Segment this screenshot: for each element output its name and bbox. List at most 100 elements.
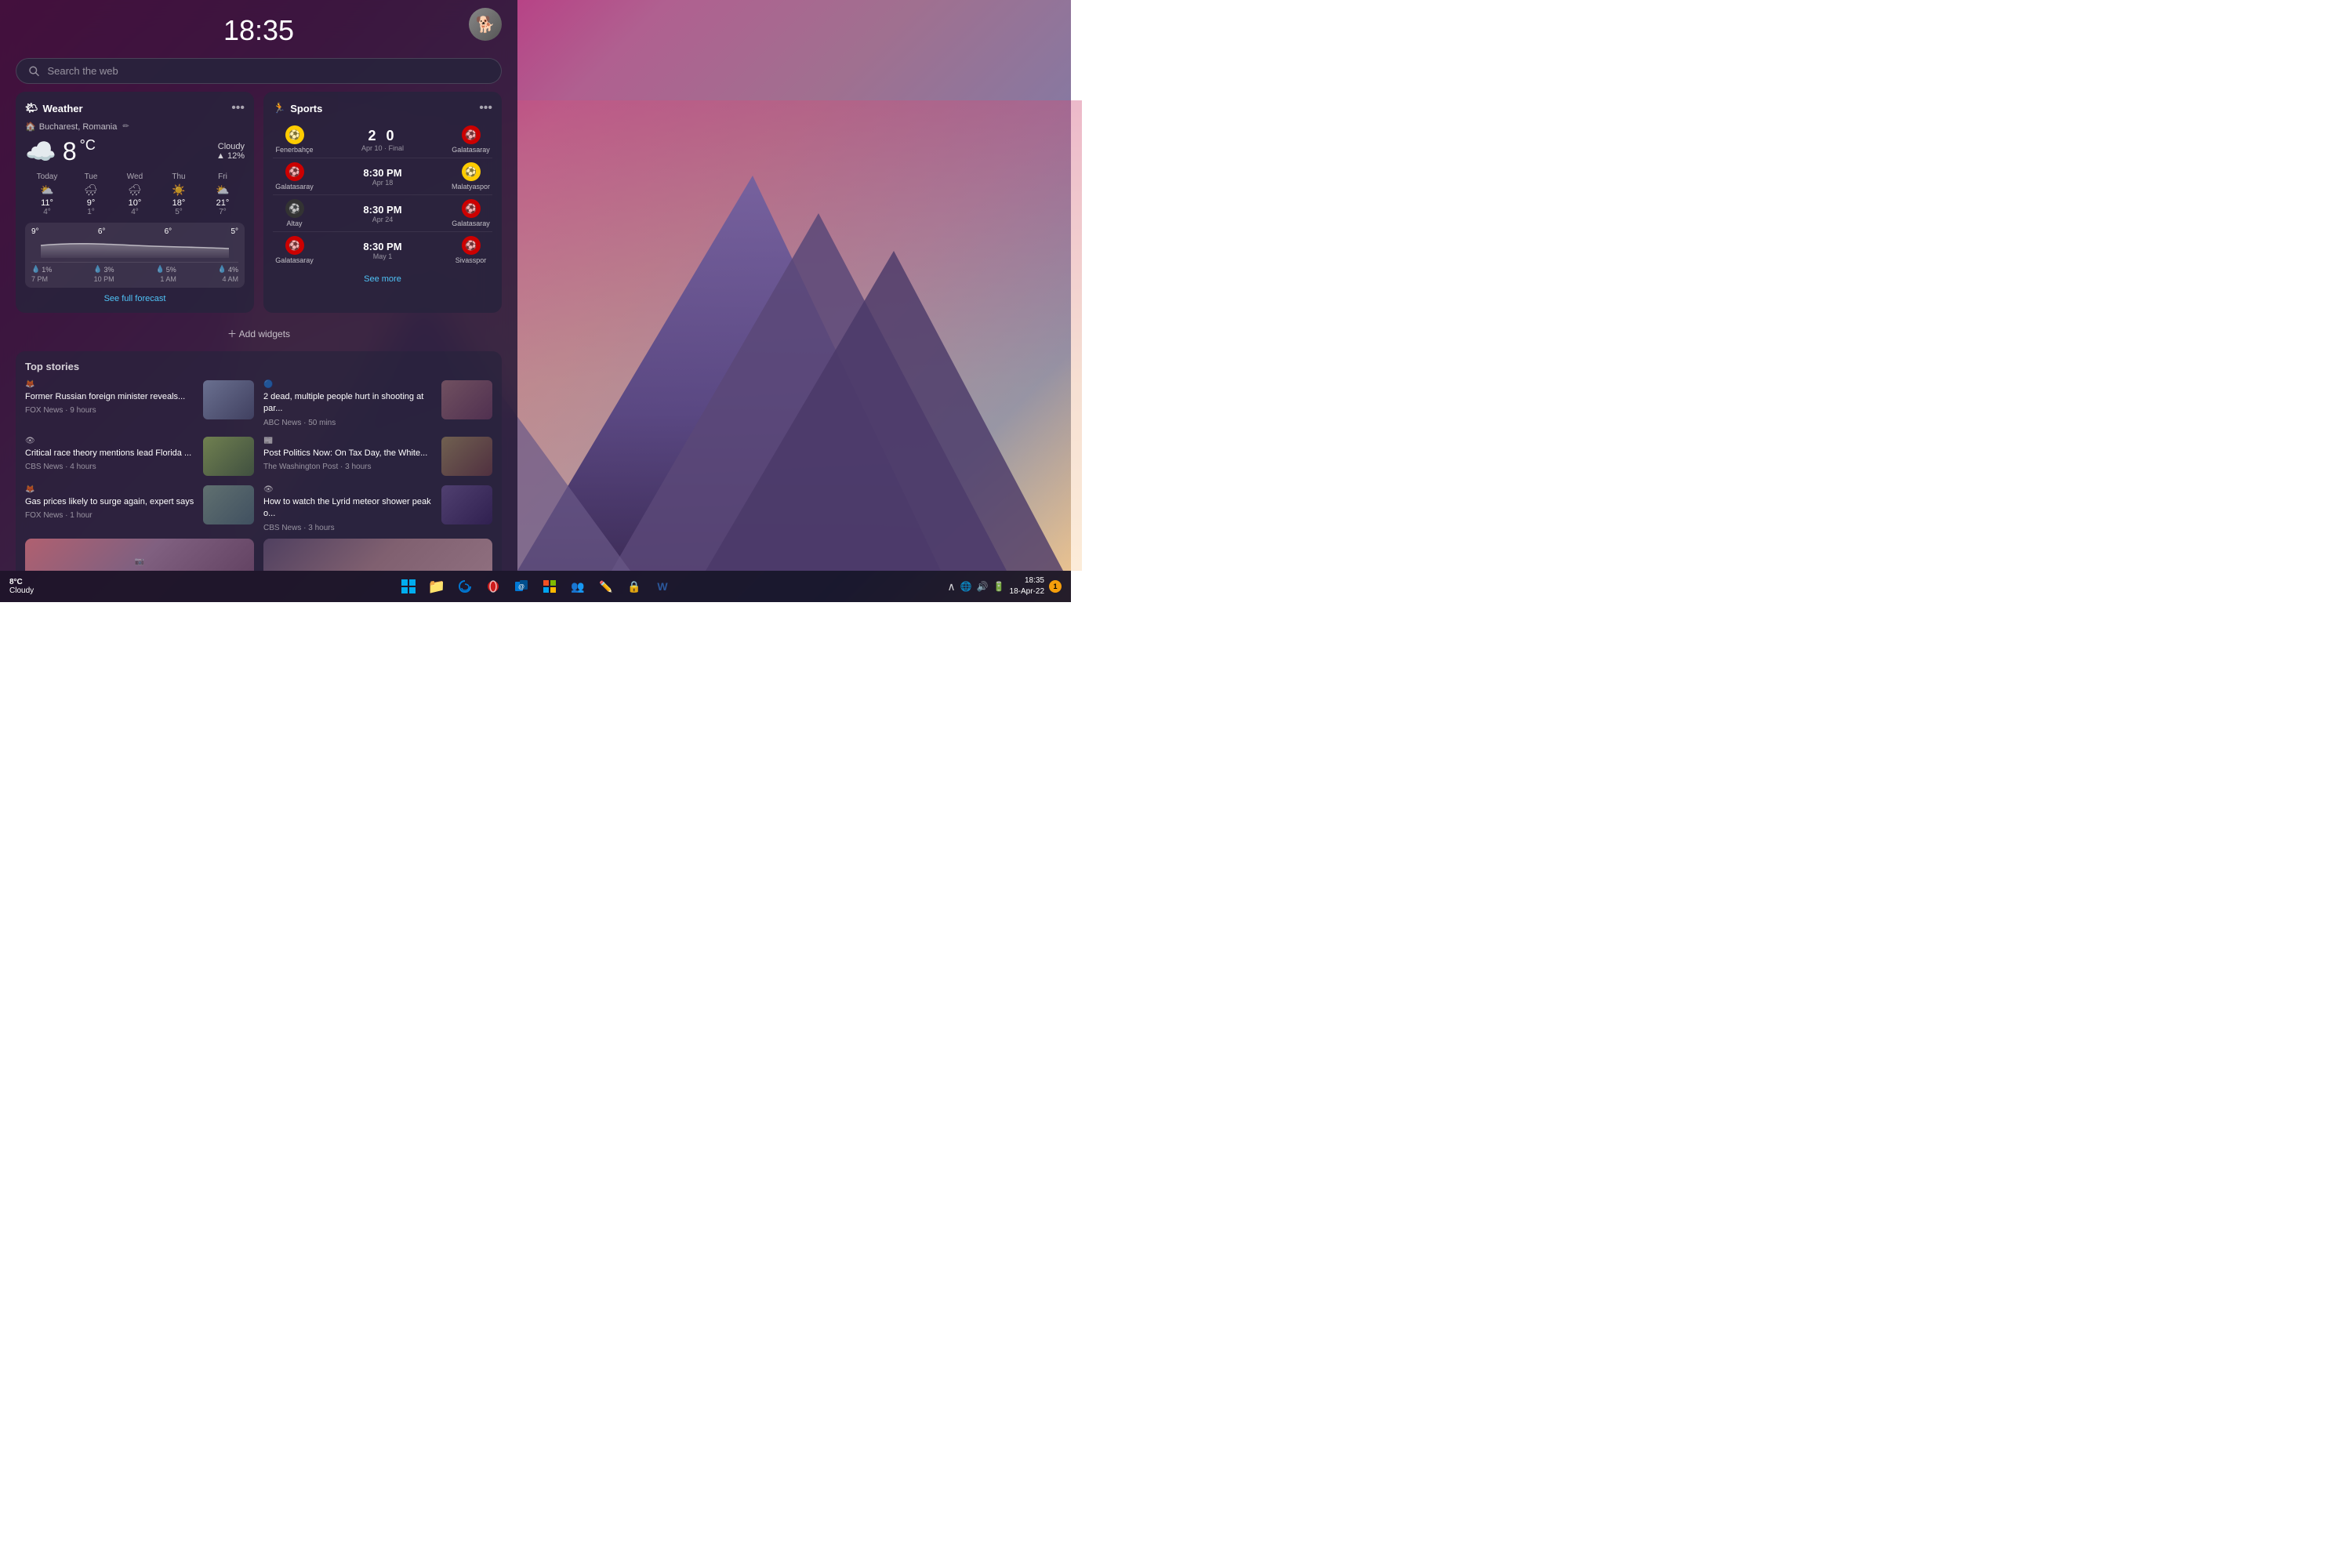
news-source-4: 🦊: [25, 485, 197, 494]
news-item-3[interactable]: 📰 Post Politics Now: On Tax Day, the Whi…: [263, 437, 492, 476]
news-image-0: [203, 380, 254, 419]
user-avatar[interactable]: 🐕: [469, 8, 502, 41]
edge-browser-button[interactable]: [452, 574, 477, 599]
vault-icon: 🔒: [627, 580, 641, 593]
news-meta-3: The Washington Post · 3 hours: [263, 463, 435, 471]
home-team-1: ⚽ Fenerbahçe: [273, 125, 316, 154]
taskbar-weather: 8°C Cloudy: [9, 578, 34, 595]
news-meta-0: FOX News · 9 hours: [25, 406, 197, 415]
news-item-2[interactable]: 👁 Critical race theory mentions lead Flo…: [25, 437, 254, 476]
see-more-sports-link[interactable]: See more: [273, 274, 492, 284]
news-source-icon-5: 👁: [263, 485, 274, 494]
outlook-button[interactable]: @: [509, 574, 534, 599]
weather-forecast-row: Today⛅11°4°Tue🌧9°1°Wed🌧10°4°Thu☀️18°5°Fr…: [25, 172, 245, 216]
weather-widget-title: 🌤 Weather: [25, 102, 83, 114]
news-source-icon-1: 🔵: [263, 380, 273, 389]
news-item-5[interactable]: 👁 How to watch the Lyrid meteor shower p…: [263, 485, 492, 532]
vault-button[interactable]: 🔒: [622, 574, 647, 599]
outlook-icon: @: [514, 579, 528, 593]
hourly-forecast: 9°6°6°5° 💧1%💧3%💧5%💧4%: [25, 223, 245, 288]
sports-menu-button[interactable]: •••: [479, 101, 492, 115]
forecast-day-fri: Fri⛅21°7°: [201, 172, 245, 216]
sports-widget-title: 🏃 Sports: [273, 102, 322, 114]
file-explorer-button[interactable]: 📁: [424, 574, 449, 599]
news-image-4: [203, 485, 254, 524]
bottom-strips: 📷 MUSIC: [25, 539, 492, 571]
news-item-4[interactable]: 🦊 Gas prices likely to surge again, expe…: [25, 485, 254, 532]
plus-icon: ＋: [227, 328, 237, 339]
weather-icon: 🌤: [25, 102, 38, 114]
hourly-precip-item: 💧1%: [31, 265, 52, 274]
news-text-2: 👁 Critical race theory mentions lead Flo…: [25, 437, 197, 476]
taskbar-center: 📁 @: [396, 574, 675, 599]
news-image-1: [441, 380, 492, 419]
sports-matches: ⚽ Fenerbahçe 2 0 Apr 10 · Final ⚽ Galata…: [273, 122, 492, 268]
forecast-day-today: Today⛅11°4°: [25, 172, 69, 216]
news-item-1[interactable]: 🔵 2 dead, multiple people hurt in shooti…: [263, 380, 492, 427]
news-grid: 🦊 Former Russian foreign minister reveal…: [25, 380, 492, 532]
home-team-2: ⚽ Galatasaray: [273, 162, 316, 191]
match-center-3: 8:30 PM Apr 24: [316, 204, 449, 223]
malatyaspor-logo: ⚽: [462, 162, 481, 181]
news-source-icon-2: 👁: [25, 437, 35, 445]
widgets-row: 🌤 Weather ••• 🏠 Bucharest, Romania ✏ ☁️ …: [16, 92, 502, 313]
news-text-3: 📰 Post Politics Now: On Tax Day, the Whi…: [263, 437, 435, 476]
add-widgets-button[interactable]: ＋ Add widgets: [16, 321, 502, 347]
notification-badge[interactable]: 1: [1049, 580, 1062, 593]
hourly-time: 7 PM: [31, 275, 48, 283]
store-button[interactable]: [537, 574, 562, 599]
news-meta-4: FOX News · 1 hour: [25, 511, 197, 520]
taskbar-clock[interactable]: 18:35 18-Apr-22: [1010, 575, 1044, 597]
battery-icon[interactable]: 🔋: [993, 581, 1005, 592]
bottom-strip-2[interactable]: MUSIC: [263, 539, 492, 571]
news-headline-5: How to watch the Lyrid meteor shower pea…: [263, 496, 435, 521]
hourly-precip-row: 💧1%💧3%💧5%💧4%: [31, 262, 238, 274]
edit-icon[interactable]: ✏: [122, 122, 129, 131]
notes-button[interactable]: ✏️: [593, 574, 619, 599]
news-headline-3: Post Politics Now: On Tax Day, the White…: [263, 448, 435, 459]
news-source-icon-3: 📰: [263, 437, 273, 445]
hourly-times: 7 PM10 PM1 AM4 AM: [31, 275, 238, 283]
news-headline-4: Gas prices likely to surge again, expert…: [25, 496, 197, 508]
hourly-temp: 6°: [165, 227, 172, 236]
news-text-0: 🦊 Former Russian foreign minister reveal…: [25, 380, 197, 427]
search-input[interactable]: [47, 65, 488, 77]
sports-icon: 🏃: [273, 102, 285, 114]
word-button[interactable]: W: [650, 574, 675, 599]
hourly-precip-item: 💧3%: [93, 265, 114, 274]
galatasaray-logo-3: ⚽: [462, 199, 481, 218]
weather-description: Cloudy ▲ 12%: [216, 142, 245, 161]
up-arrow-icon[interactable]: ∧: [947, 580, 955, 593]
search-bar[interactable]: [16, 58, 502, 84]
news-source-0: 🦊: [25, 380, 197, 389]
news-source-3: 📰: [263, 437, 435, 445]
news-headline-1: 2 dead, multiple people hurt in shooting…: [263, 391, 435, 416]
weather-menu-button[interactable]: •••: [231, 101, 245, 115]
clock-display: 18:35: [223, 14, 294, 47]
news-image-2: [203, 437, 254, 476]
teams-button[interactable]: 👥: [565, 574, 590, 599]
search-icon: [29, 66, 39, 77]
opera-button[interactable]: [481, 574, 506, 599]
see-forecast-link[interactable]: See full forecast: [25, 294, 245, 303]
galatasaray-logo-2: ⚽: [285, 162, 304, 181]
bottom-strip-1[interactable]: 📷: [25, 539, 254, 571]
start-button[interactable]: [396, 574, 421, 599]
hourly-time: 4 AM: [222, 275, 238, 283]
sound-icon[interactable]: 🔊: [977, 581, 989, 592]
hourly-temps: 9°6°6°5°: [31, 227, 238, 236]
news-meta-2: CBS News · 4 hours: [25, 463, 197, 471]
away-team-1: ⚽ Galatasaray: [449, 125, 492, 154]
folder-icon: 📁: [428, 579, 445, 595]
hourly-precip-item: 💧5%: [156, 265, 176, 274]
home-icon: 🏠: [25, 122, 36, 132]
weather-cloud-icon: ☁️: [25, 136, 56, 166]
news-headline-0: Former Russian foreign minister reveals.…: [25, 391, 197, 403]
news-item-0[interactable]: 🦊 Former Russian foreign minister reveal…: [25, 380, 254, 427]
hourly-temp: 6°: [98, 227, 106, 236]
news-text-1: 🔵 2 dead, multiple people hurt in shooti…: [263, 380, 435, 427]
weather-location: 🏠 Bucharest, Romania ✏: [25, 122, 245, 132]
store-icon: [543, 579, 557, 593]
away-team-4: ⚽ Sivasspor: [449, 236, 492, 264]
network-icon[interactable]: 🌐: [960, 581, 972, 592]
